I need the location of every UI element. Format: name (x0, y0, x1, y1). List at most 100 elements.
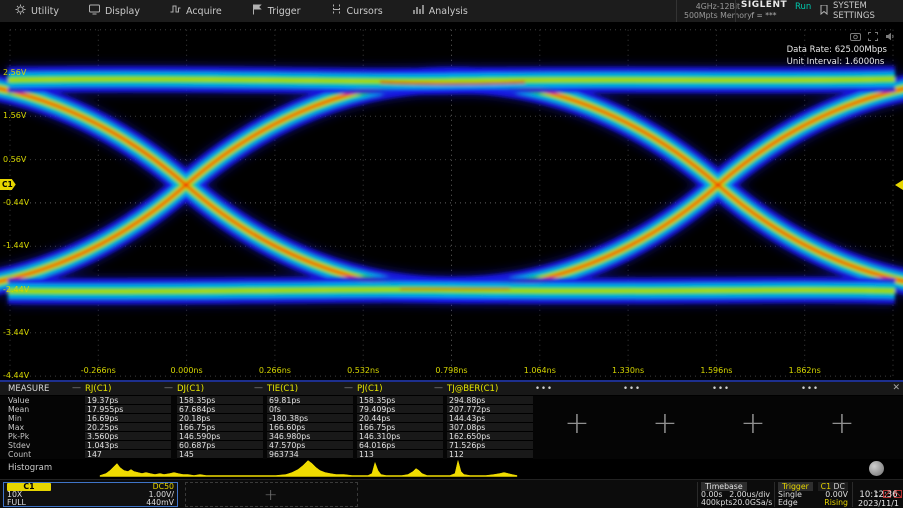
measure-cell: 112 (447, 450, 533, 459)
menu-item-display[interactable]: Display (74, 0, 155, 22)
menu-item-trigger[interactable]: Trigger (237, 0, 316, 22)
measure-cell: 3.560ps (85, 432, 171, 441)
measure-cell: 162.650ps (447, 432, 533, 441)
measure-cell: 963734 (267, 450, 353, 459)
y-axis-label: -0.44V (3, 198, 29, 207)
add-measure-button[interactable]: + (562, 410, 592, 438)
measure-more-menu[interactable]: ••• (535, 384, 553, 394)
measure-cell: 346.980ps (267, 432, 353, 441)
measure-cell: 294.88ps (447, 396, 533, 405)
x-axis-label: 0.266ns (259, 366, 291, 375)
measure-row-label: Max (8, 423, 24, 432)
measure-cell: 47.570ps (267, 441, 353, 450)
trigger-frequency: f = *** (736, 11, 792, 20)
add-measure-button[interactable]: + (827, 410, 857, 438)
clock-box: 10:12:36 2023/11/1 (852, 482, 903, 507)
remove-measure-icon[interactable]: — (344, 383, 353, 393)
menu-item-label: Trigger (268, 6, 301, 17)
measure-cell: 144.43ps (447, 414, 533, 423)
add-channel-icon[interactable]: + (264, 485, 277, 504)
brand-logo: SIGLENT (736, 0, 792, 11)
trigger-slope: Rising (824, 499, 848, 507)
flag-icon (252, 4, 263, 18)
add-measure-button[interactable]: + (650, 410, 680, 438)
measure-column-header[interactable]: RJ(C1) (85, 384, 111, 394)
measure-column-header[interactable]: TJ@BER(C1) (447, 384, 498, 394)
close-measure-icon[interactable]: ✕ (892, 383, 900, 393)
serial-info: Data Rate: 625.00Mbps Unit Interval: 1.6… (787, 44, 887, 68)
system-settings-label: SYSTEM SETTINGS (833, 1, 903, 21)
cursors-icon (331, 4, 342, 18)
measure-cell: -180.38ps (267, 414, 353, 423)
measure-cell: 17.955ps (85, 405, 171, 414)
histogram-scroll-knob[interactable] (869, 461, 884, 476)
menu-item-acquire[interactable]: Acquire (155, 0, 237, 22)
measure-title: MEASURE (8, 384, 49, 394)
eye-diagram (0, 22, 903, 380)
channel-offset: 440mV (146, 499, 174, 507)
measure-more-menu[interactable]: ••• (623, 384, 641, 394)
measure-cell: 166.75ps (357, 423, 443, 432)
add-measure-button[interactable]: + (738, 410, 768, 438)
menu-items: Utility DisplayAcquire Trigger Cursors Analy… (0, 0, 483, 22)
menu-item-analysis[interactable]: Analysis (398, 0, 483, 22)
run-status[interactable]: Run (795, 2, 811, 12)
trigger-type: Edge (778, 499, 798, 507)
menu-item-label: Analysis (429, 6, 468, 17)
trigger-level-marker[interactable] (895, 180, 903, 190)
menu-item-cursors[interactable]: Cursors (316, 0, 398, 22)
measure-cell: 145 (177, 450, 263, 459)
measure-cell: 16.69ps (85, 414, 171, 423)
measure-cell: 113 (357, 450, 443, 459)
measure-column-header[interactable]: TIE(C1) (267, 384, 298, 394)
speaker-icon[interactable] (885, 26, 895, 45)
y-axis-label: 1.56V (3, 111, 26, 120)
x-axis-label: 1.064ns (524, 366, 556, 375)
measure-cell: 79.409ps (357, 405, 443, 414)
x-axis-label: 1.862ns (789, 366, 821, 375)
measure-column-header[interactable]: DJ(C1) (177, 384, 204, 394)
remove-measure-icon[interactable]: — (72, 383, 81, 393)
timebase-box[interactable]: Timebase 0.00s 2.00us/div 400kpts 20.0GS… (697, 482, 773, 507)
bookmark-icon (820, 5, 828, 18)
trigger-box[interactable]: Trigger C1 DC Single 0.00V Edge Rising (774, 482, 851, 507)
unit-interval-label: Unit Interval: 1.6000ns (787, 56, 887, 68)
x-axis-label: 1.596ns (700, 366, 732, 375)
measure-cell: 147 (85, 450, 171, 459)
histogram-strip: Histogram (0, 459, 903, 479)
measure-more-menu[interactable]: ••• (712, 384, 730, 394)
date-display: 2023/11/1 (853, 500, 903, 508)
menu-item-label: Utility (31, 6, 59, 17)
waveform-display[interactable]: Data Rate: 625.00Mbps Unit Interval: 1.6… (0, 22, 903, 382)
measure-cell: 64.016ps (357, 441, 443, 450)
measure-cell: 71.526ps (447, 441, 533, 450)
measure-cell: 158.35ps (357, 396, 443, 405)
measure-cell: 146.310ps (357, 432, 443, 441)
measure-cell: 19.37ps (85, 396, 171, 405)
remove-measure-icon[interactable]: — (434, 383, 443, 393)
measure-row-label: Pk-Pk (8, 432, 29, 441)
expand-icon[interactable] (868, 26, 878, 45)
measure-more-menu[interactable]: ••• (801, 384, 819, 394)
timebase-points: 400kpts (701, 499, 732, 507)
measure-cell: 166.75ps (177, 423, 263, 432)
y-axis-label: -3.44V (3, 328, 29, 337)
measure-column-header[interactable]: PJ(C1) (357, 384, 383, 394)
measure-header: MEASURE — RJ(C1) — DJ(C1) — TIE(C1) — PJ(C1) — TJ… (0, 382, 903, 396)
measure-cell: 307.08ps (447, 423, 533, 432)
status-bar: C1 DC50 10X 1.00V/ FULL 440mV + Timebase… (0, 479, 903, 508)
measure-row-label: Min (8, 414, 22, 423)
measure-cell: 0fs (267, 405, 353, 414)
menu-item-utility[interactable]: Utility (0, 0, 74, 22)
measure-cell: 1.043ps (85, 441, 171, 450)
measure-cell: 158.35ps (177, 396, 263, 405)
x-axis-label: -0.266ns (81, 366, 116, 375)
remove-measure-icon[interactable]: — (164, 383, 173, 393)
measure-panel: MEASURE — RJ(C1) — DJ(C1) — TIE(C1) — PJ(C1) — TJ… (0, 382, 903, 459)
x-axis-label: 0.532ns (347, 366, 379, 375)
channel-c1-box[interactable]: C1 DC50 10X 1.00V/ FULL 440mV (3, 482, 178, 507)
monitor-icon (89, 4, 100, 18)
system-settings-button[interactable]: SYSTEM SETTINGS (820, 0, 903, 22)
remove-measure-icon[interactable]: — (254, 383, 263, 393)
camera-icon[interactable] (850, 26, 861, 45)
